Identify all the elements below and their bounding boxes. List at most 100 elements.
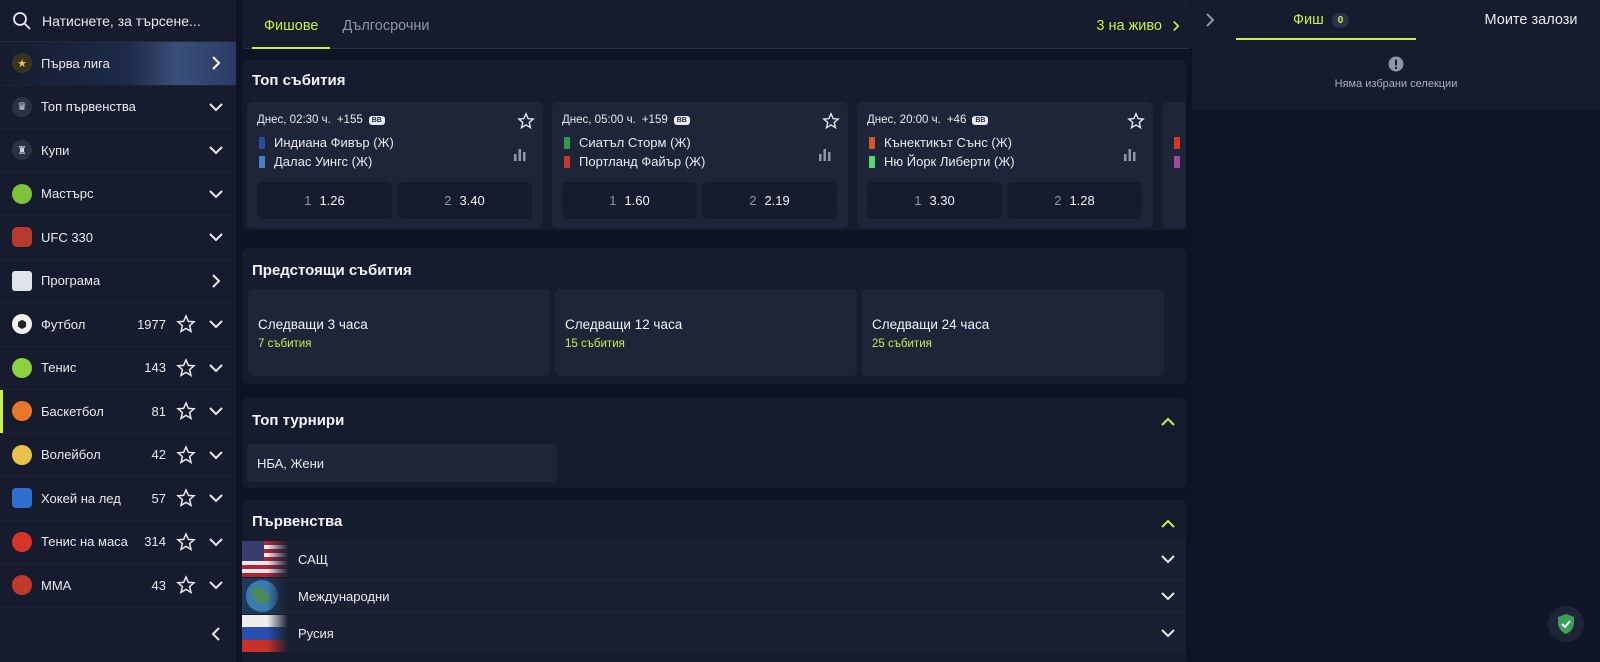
- star-icon[interactable]: [176, 357, 196, 378]
- odd-button[interactable]: 1 3.30: [867, 182, 1002, 219]
- championships-panel: Първенства САЩ Международни Русия: [242, 500, 1186, 662]
- chevron-right-icon[interactable]: [1202, 12, 1218, 28]
- star-icon[interactable]: [176, 531, 196, 552]
- tab-longterm[interactable]: Дългосрочни: [330, 18, 441, 48]
- tab-slips[interactable]: Фишове: [252, 18, 331, 49]
- upcoming-card[interactable]: Следващи 24 часа 25 събития: [862, 289, 1164, 376]
- search-icon[interactable]: [12, 11, 32, 31]
- country-row-international[interactable]: Международни: [242, 577, 1186, 615]
- country-row-russia[interactable]: Русия: [242, 614, 1186, 652]
- kit-icon: [259, 136, 265, 149]
- odd-button[interactable]: 2 2.19: [702, 182, 837, 219]
- odd-value: 3.40: [459, 193, 485, 208]
- sidebar-item-basketball[interactable]: Баскетбол 81: [0, 390, 236, 434]
- chevron-down-icon[interactable]: [208, 577, 224, 593]
- chevron-down-icon[interactable]: [208, 316, 224, 332]
- star-icon[interactable]: [1127, 112, 1145, 130]
- event-markets: +46: [946, 114, 967, 126]
- sidebar-item-football[interactable]: ⬢ Футбол 1977: [0, 303, 236, 347]
- chevron-down-icon[interactable]: [208, 534, 224, 550]
- sidebar-item-masters[interactable]: Мастърс: [0, 173, 236, 216]
- tab-betslip-label: Фиш: [1293, 12, 1324, 28]
- team-home: Индиана Фивър (Ж): [259, 135, 394, 150]
- chevron-right-icon: [212, 56, 221, 70]
- star-icon[interactable]: [822, 112, 840, 130]
- odd-button[interactable]: 2 3.40: [397, 182, 532, 219]
- odd-selection: 2: [1054, 193, 1062, 208]
- star-icon[interactable]: [176, 575, 196, 595]
- sidebar: ★ Първа лига ♛ Топ първенства ♜ Купи Мас…: [0, 0, 236, 662]
- odd-selection: 1: [914, 193, 922, 208]
- stats-icon[interactable]: [1123, 147, 1137, 161]
- stats-icon[interactable]: [513, 147, 527, 161]
- trophy-icon: ★: [12, 53, 32, 74]
- odd-button[interactable]: 2 1.28: [1007, 182, 1142, 219]
- star-icon[interactable]: [176, 314, 196, 334]
- star-icon[interactable]: [176, 444, 196, 465]
- security-shield-button[interactable]: [1548, 606, 1584, 642]
- tournament-item[interactable]: НБА, Жени: [247, 444, 557, 482]
- sidebar-item-premier-league[interactable]: ★ Първа лига: [0, 42, 236, 86]
- sidebar-item-label: Баскетбол: [41, 403, 104, 419]
- stats-icon[interactable]: [818, 147, 832, 161]
- sidebar-item-count: 1977: [137, 316, 166, 332]
- betslip-header: Фиш 0 Моите залози Няма избрани селекции: [1192, 0, 1600, 110]
- odd-button[interactable]: 1 1.60: [562, 182, 697, 219]
- sidebar-item-ice-hockey[interactable]: Хокей на лед 57: [0, 477, 236, 521]
- team-name: Портланд Файър (Ж): [579, 154, 706, 169]
- odd-value: 2.19: [764, 193, 790, 208]
- cup-icon: ♛: [12, 96, 32, 117]
- basketball-icon: [12, 401, 32, 422]
- star-icon[interactable]: [176, 488, 196, 508]
- tab-betslip[interactable]: Фиш 0: [1293, 12, 1350, 28]
- sidebar-item-cups[interactable]: ♜ Купи: [0, 129, 236, 173]
- sidebar-item-top-championships[interactable]: ♛ Топ първенства: [0, 86, 236, 129]
- event-card[interactable]: Днес, 20:00 ч. +46 BB Кънектикът Сънс (Ж…: [857, 102, 1153, 228]
- sidebar-item-tennis[interactable]: Тенис 143: [0, 347, 236, 390]
- star-icon[interactable]: [517, 112, 535, 130]
- ping-pong-paddle-icon: [12, 531, 32, 552]
- live-label: 3 на живо: [1096, 18, 1162, 34]
- odd-button[interactable]: 1 1.26: [257, 182, 392, 219]
- star-icon[interactable]: [176, 401, 196, 421]
- chevron-down-icon[interactable]: [208, 360, 224, 376]
- chevron-up-icon[interactable]: [1160, 414, 1176, 430]
- search-input[interactable]: [42, 12, 222, 29]
- sidebar-item-volleyball[interactable]: Волейбол 42: [0, 434, 236, 477]
- sidebar-item-schedule[interactable]: Програма: [0, 260, 236, 303]
- chevron-down-icon[interactable]: [208, 447, 224, 463]
- chevron-left-icon[interactable]: [208, 626, 224, 642]
- upcoming-card[interactable]: Следващи 3 часа 7 събития: [248, 289, 550, 376]
- app-root: ★ Първа лига ♛ Топ първенства ♜ Купи Мас…: [0, 0, 1600, 662]
- section-title: Топ турнири: [252, 412, 345, 429]
- hockey-stick-icon: [12, 488, 32, 509]
- sidebar-item-mma[interactable]: MMA 43: [0, 564, 236, 608]
- team-away: Портланд Файър (Ж): [564, 154, 705, 169]
- chevron-right-icon: [212, 274, 221, 288]
- event-card-partial[interactable]: [1162, 102, 1186, 228]
- top-tournaments-panel: Топ турнири НБА, Жени: [242, 398, 1186, 488]
- chevron-down-icon: [209, 233, 223, 242]
- sidebar-item-count: 43: [151, 577, 166, 593]
- event-time: Днес, 05:00 ч.: [562, 114, 636, 126]
- sidebar-item-table-tennis[interactable]: Тенис на маса 314: [0, 521, 236, 564]
- upcoming-card[interactable]: Следващи 12 часа 15 събития: [555, 289, 857, 376]
- boxing-glove-icon: [12, 227, 32, 248]
- chevron-up-icon[interactable]: [1160, 516, 1176, 532]
- chevron-down-icon[interactable]: [208, 490, 224, 506]
- country-row-usa[interactable]: САЩ: [242, 540, 1186, 578]
- live-link[interactable]: 3 на живо: [1096, 18, 1182, 48]
- sidebar-collapse: [0, 606, 236, 662]
- sidebar-item-count: 81: [151, 403, 166, 419]
- chevron-down-icon[interactable]: [208, 403, 224, 419]
- tab-my-bets[interactable]: Моите залози: [1462, 12, 1600, 28]
- country-name: Русия: [298, 625, 334, 641]
- event-card[interactable]: Днес, 02:30 ч. +155 BB Индиана Фивър (Ж)…: [247, 102, 543, 228]
- upcoming-card-count: 15 събития: [565, 338, 625, 350]
- event-card[interactable]: Днес, 05:00 ч. +159 BB Сиатъл Сторм (Ж) …: [552, 102, 848, 228]
- bet-builder-badge: BB: [368, 115, 385, 125]
- upcoming-card-title: Следващи 24 часа: [872, 317, 990, 332]
- event-header: Днес, 02:30 ч. +155 BB: [257, 114, 385, 126]
- upcoming-events-panel: Предстоящи събития Следващи 3 часа 7 съб…: [242, 248, 1186, 384]
- sidebar-item-ufc[interactable]: UFC 330: [0, 216, 236, 260]
